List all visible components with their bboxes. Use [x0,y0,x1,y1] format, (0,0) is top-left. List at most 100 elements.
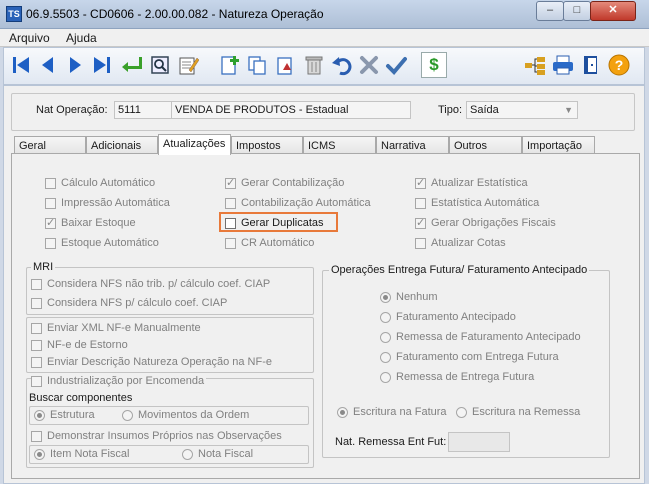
next-record-icon[interactable] [62,52,88,78]
checkbox-label: Estatística Automática [431,197,540,209]
duplicate-icon[interactable] [272,52,298,78]
delete-icon[interactable] [301,52,327,78]
tab-importacao[interactable]: Importação [522,136,595,154]
confirm-return-icon[interactable] [118,52,144,78]
radio-label: Nenhum [396,291,438,303]
atualizar-cotas-checkbox[interactable]: Atualizar Cotas [415,237,506,249]
checkbox-box [31,375,42,387]
close-button[interactable]: ✕ [590,1,636,21]
checkbox-box [415,237,426,249]
item-nota-fiscal-radio[interactable]: Item Nota Fiscal [34,448,129,460]
preview-icon[interactable] [147,52,173,78]
radio-dot [380,311,391,323]
faturamento-entrega-futura-radio[interactable]: Faturamento com Entrega Futura [380,351,559,363]
checkbox-label: Industrialização por Encomenda [47,375,205,387]
baixar-estoque-checkbox[interactable]: Baixar Estoque [45,216,136,229]
estoque-automatico-checkbox[interactable]: Estoque Automático [45,237,159,249]
tipo-select[interactable]: Saída ▼ [466,101,578,119]
mri-nfs-ciap-checkbox[interactable]: Considera NFS p/ cálculo coef. CIAP [31,297,227,309]
radio-dot [456,406,467,418]
atualizar-estatistica-checkbox[interactable]: Atualizar Estatística [415,176,528,189]
check-icon[interactable] [383,52,409,78]
escritura-remessa-radio[interactable]: Escritura na Remessa [456,406,580,418]
maximize-button[interactable]: □ [563,1,591,21]
tab-panel-atualizacoes: Cálculo Automático Impressão Automática … [11,153,640,479]
nat-operacao-label: Nat Operação: [36,104,108,116]
radio-dot [34,448,45,460]
cr-automatico-checkbox[interactable]: CR Automático [225,237,314,249]
nat-remessa-label: Nat. Remessa Ent Fut: [335,436,447,448]
tab-outros[interactable]: Outros [449,136,522,154]
tab-geral[interactable]: Geral [14,136,86,154]
nota-fiscal-radio[interactable]: Nota Fiscal [182,448,253,460]
checkbox-box [45,197,56,209]
gerar-obrigacoes-fiscais-checkbox[interactable]: Gerar Obrigações Fiscais [415,216,556,229]
remessa-entrega-futura-radio[interactable]: Remessa de Entrega Futura [380,371,534,383]
tab-icms[interactable]: ICMS [303,136,376,154]
last-record-icon[interactable] [89,52,115,78]
movimentos-ordem-radio[interactable]: Movimentos da Ordem [122,409,249,421]
checkbox-box [225,217,236,229]
minimize-button[interactable]: – [536,1,564,21]
print-icon[interactable] [550,52,576,78]
client-area: Nat Operação: 5111 VENDA DE PRODUTOS - E… [3,85,645,484]
gerar-duplicatas-checkbox[interactable]: Gerar Duplicatas [225,217,324,229]
copy-record-icon[interactable] [244,52,270,78]
demonstrar-insumos-checkbox[interactable]: Demonstrar Insumos Próprios nas Observaç… [31,430,282,442]
cancel-icon[interactable] [356,52,382,78]
tab-narrativa[interactable]: Narrativa [376,136,449,154]
gerar-contabilizacao-checkbox[interactable]: Gerar Contabilização [225,176,345,189]
calculo-automatico-checkbox[interactable]: Cálculo Automático [45,177,155,189]
tab-atualizacoes[interactable]: Atualizações [158,134,231,155]
checkbox-box [31,297,42,309]
nat-remessa-field[interactable] [448,432,510,452]
currency-icon[interactable]: $ [421,52,447,78]
edit-document-icon[interactable] [175,52,201,78]
checkbox-label: Estoque Automático [61,237,159,249]
undo-icon[interactable] [329,52,355,78]
tab-adicionais[interactable]: Adicionais [86,136,158,154]
help-icon[interactable]: ? [606,52,632,78]
previous-record-icon[interactable] [35,52,61,78]
new-record-icon[interactable] [216,52,242,78]
checkbox-box [45,216,56,229]
remessa-faturamento-antecipado-radio[interactable]: Remessa de Faturamento Antecipado [380,331,581,343]
industrializacao-encomenda-checkbox[interactable]: Industrialização por Encomenda [31,375,207,387]
checkbox-label: NF-e de Estorno [47,339,128,351]
checkbox-label: Contabilização Automática [241,197,371,209]
estatistica-automatica-checkbox[interactable]: Estatística Automática [415,197,539,209]
estrutura-radio[interactable]: Estrutura [34,409,95,421]
checkbox-box [415,197,426,209]
tree-structure-icon[interactable] [522,52,548,78]
tipo-value: Saída [470,104,499,116]
checkbox-box [31,356,42,368]
nenhum-radio[interactable]: Nenhum [380,291,438,303]
menu-ajuda[interactable]: Ajuda [66,31,97,45]
menu-arquivo[interactable]: Arquivo [9,31,50,45]
radio-dot [337,406,348,418]
escritura-fatura-radio[interactable]: Escritura na Fatura [337,406,447,418]
radio-label: Faturamento Antecipado [396,311,516,323]
mri-nfs-nao-trib-checkbox[interactable]: Considera NFS não trib. p/ cálculo coef.… [31,278,270,290]
industrializacao-group: Industrialização por Encomenda Buscar co… [26,375,314,468]
tab-strip: Geral Adicionais Atualizações Impostos I… [14,134,634,155]
radio-label: Item Nota Fiscal [50,448,130,460]
buscar-componentes-group: Estrutura Movimentos da Ordem [29,406,309,425]
tipo-label: Tipo: [438,104,463,116]
contabilizacao-automatica-checkbox[interactable]: Contabilização Automática [225,197,371,209]
tab-impostos[interactable]: Impostos [231,136,303,154]
first-record-icon[interactable] [8,52,34,78]
impressao-automatica-checkbox[interactable]: Impressão Automática [45,197,170,209]
checkbox-label: Impressão Automática [61,197,170,209]
checkbox-label: Gerar Contabilização [241,177,345,189]
checkbox-label: Cálculo Automático [61,177,156,189]
chevron-down-icon: ▼ [564,105,573,115]
exit-icon[interactable] [578,52,604,78]
enviar-descricao-natureza-checkbox[interactable]: Enviar Descrição Natureza Operação na NF… [31,356,272,368]
nfe-estorno-checkbox[interactable]: NF-e de Estorno [31,339,128,351]
title-bar: TS 06.9.5503 - CD0606 - 2.00.00.082 - Na… [0,0,649,29]
radio-label: Remessa de Faturamento Antecipado [396,331,581,343]
faturamento-antecipado-radio[interactable]: Faturamento Antecipado [380,311,516,323]
enviar-xml-nfe-checkbox[interactable]: Enviar XML NF-e Manualmente [31,322,201,334]
nat-operacao-code-field[interactable]: 5111 [114,101,172,119]
